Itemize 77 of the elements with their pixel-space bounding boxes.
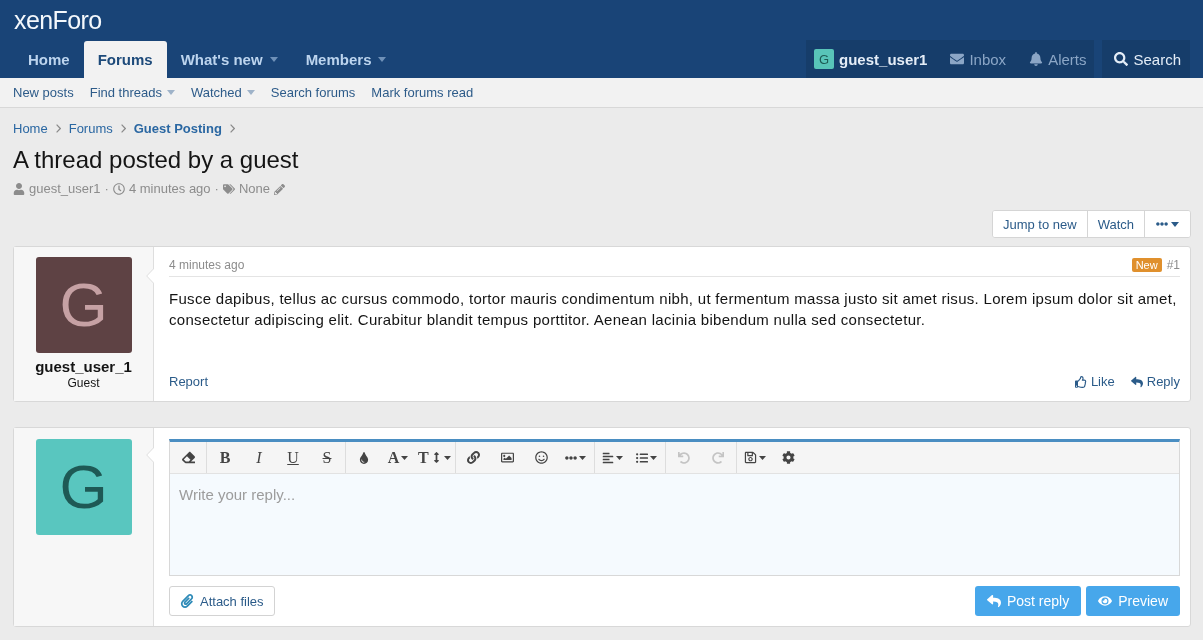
subnav-link[interactable]: Search forums	[262, 85, 364, 100]
caret-icon	[166, 90, 175, 95]
caret-icon	[401, 455, 409, 460]
user-icon	[13, 183, 25, 195]
strikethrough-button[interactable]: S	[310, 442, 344, 473]
post-body: Fusce dapibus, tellus ac cursus commodo, tortor mauris condimentum nibh, ut fermentum massa justo sit amet risus. Lorem ipsum dolor sit amet, consectetur adipiscing elit. Curabitur blandit tempus porttitor. Aenean lacinia bibendum nulla sed consectetur.	[169, 289, 1178, 330]
bold-button[interactable]: B	[208, 442, 242, 473]
subnav-link[interactable]: Watched	[182, 85, 263, 100]
italic-button[interactable]: I	[242, 442, 276, 473]
site-logo[interactable]: xenForo	[14, 5, 102, 35]
caret-icon	[758, 455, 766, 460]
caret-icon	[246, 90, 255, 95]
breadcrumb-link[interactable]: Home	[13, 120, 48, 136]
reply-avatar: G	[35, 439, 132, 535]
nav-tab[interactable]: Home	[14, 41, 84, 78]
font-button[interactable]: A	[381, 442, 415, 473]
author-avatar[interactable]: G	[35, 257, 132, 353]
tags-icon	[222, 183, 235, 195]
meta-separator: ·	[214, 181, 219, 197]
breadcrumb-link[interactable]: Guest Posting	[133, 120, 222, 136]
chevron-icon	[229, 123, 235, 133]
report-link[interactable]: Report	[169, 374, 209, 390]
redo-icon	[711, 451, 724, 464]
alerts-link[interactable]: Alerts	[1021, 40, 1095, 78]
caret-icon	[579, 455, 587, 460]
inbox-link[interactable]: Inbox	[942, 40, 1015, 78]
reply-field[interactable]: Write your reply...	[170, 474, 1179, 575]
nav-tab[interactable]: Forums	[83, 41, 167, 78]
author-name[interactable]: guest_user_1	[35, 358, 132, 376]
account-link[interactable]: G guest_user1	[806, 40, 936, 78]
caret-icon	[269, 57, 278, 62]
caret-icon	[443, 455, 451, 460]
bell-icon	[1029, 52, 1044, 66]
caret-icon	[1171, 221, 1179, 227]
nav-tab[interactable]: Members	[291, 41, 401, 78]
thumbs-up-icon	[1074, 376, 1087, 388]
new-badge: New	[1131, 258, 1162, 272]
envelope-icon	[950, 52, 965, 66]
search-icon	[1114, 52, 1129, 66]
image-icon	[501, 451, 515, 464]
undo-icon	[677, 451, 690, 464]
more-options-button[interactable]	[1144, 211, 1190, 237]
chevron-icon	[55, 123, 61, 133]
meta-separator: ·	[104, 181, 109, 197]
attach-files-button[interactable]: Attach files	[169, 586, 275, 616]
reply-link[interactable]: Reply	[1130, 374, 1180, 390]
link-icon	[467, 451, 481, 464]
user-avatar: G	[814, 49, 835, 69]
thread-tags: None	[238, 181, 270, 197]
list-icon	[636, 451, 649, 464]
eraser-icon	[181, 451, 195, 464]
caret-icon	[650, 455, 658, 460]
drop-icon	[358, 451, 370, 464]
underline-button[interactable]: U	[276, 442, 310, 473]
pencil-icon[interactable]	[274, 183, 285, 195]
breadcrumb-link[interactable]: Forums	[68, 120, 113, 136]
eye-icon	[1098, 594, 1113, 608]
post-date[interactable]: 4 minutes ago	[169, 257, 245, 273]
font-size-button[interactable]: T	[415, 442, 454, 473]
gear-icon	[782, 451, 796, 464]
reply-arrow-icon	[986, 594, 1001, 608]
author-title: Guest	[67, 376, 100, 391]
clock-icon	[112, 183, 125, 195]
reply-arrow-icon	[1130, 376, 1143, 388]
like-link[interactable]: Like	[1074, 374, 1115, 390]
subnav-link[interactable]: Find threads	[81, 85, 183, 100]
thread-title: A thread posted by a guest	[13, 146, 300, 174]
caret-icon	[616, 455, 624, 460]
smiley-icon	[535, 451, 549, 464]
search-link[interactable]: Search	[1102, 40, 1190, 78]
align-left-icon	[602, 451, 615, 464]
subnav-link[interactable]: Mark forums read	[363, 85, 482, 100]
paperclip-icon	[180, 594, 194, 608]
caret-icon	[378, 57, 387, 62]
chevron-icon	[120, 123, 126, 133]
nav-tab[interactable]: What's new	[166, 41, 292, 78]
subnav-link[interactable]: New posts	[5, 85, 82, 100]
